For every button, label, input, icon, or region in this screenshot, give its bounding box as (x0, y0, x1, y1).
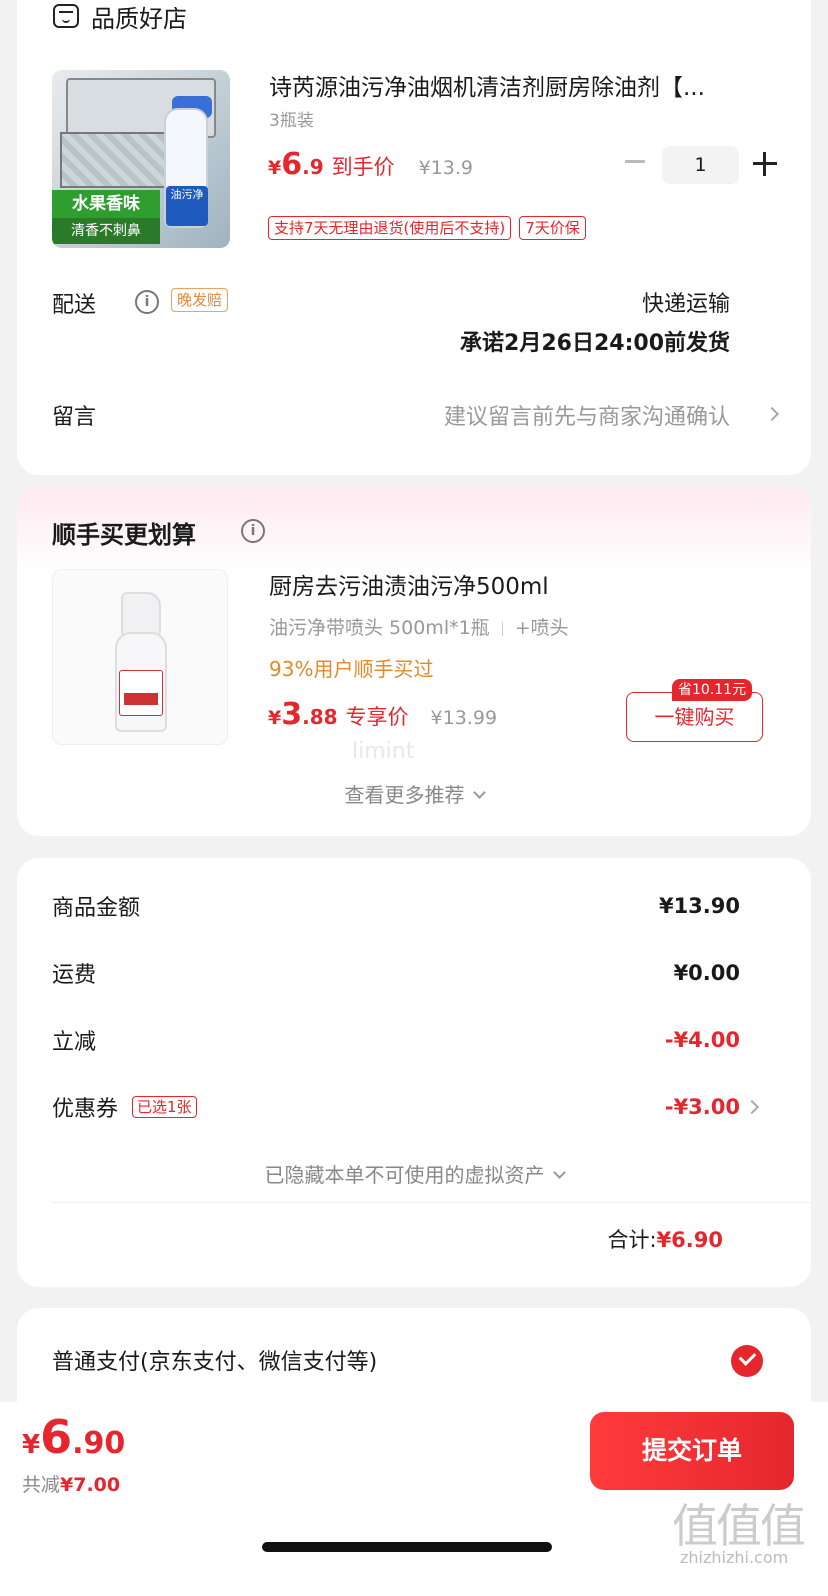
see-more-label: 查看更多推荐 (344, 783, 465, 807)
total-label: 合计: (607, 1228, 657, 1252)
spec-extra: +喷头 (514, 617, 569, 639)
check-circle-icon[interactable] (731, 1345, 763, 1377)
total-value: ¥6.90 (656, 1228, 723, 1252)
saved-value: ¥7.00 (60, 1474, 121, 1496)
quantity-increment-button[interactable] (753, 152, 777, 176)
shipping-promise: 承诺2月26日24:00前发货 (460, 331, 730, 356)
summary-row-goods: 商品金额 ¥13.90 (52, 889, 740, 923)
product-spec[interactable]: 3瓶装 (269, 106, 314, 131)
product-card: 品质好店 油污净 水果香味 清香不刺鼻 诗芮源油污净油烟机清洁剂厨房除油剂【..… (17, 0, 811, 475)
recommend-product-image[interactable] (52, 569, 228, 745)
price-int: 3 (281, 697, 303, 732)
chevron-right-icon (764, 406, 780, 422)
checkout-bar: ¥ 6 .90 共减¥7.00 提交订单 值值值 zhizhizhi.com (0, 1402, 828, 1596)
spray-head-graphic (121, 592, 161, 636)
original-price: ¥13.9 (418, 157, 474, 179)
row-label: 优惠券 (52, 1097, 119, 1122)
recommend-price: ¥ 3 .88 专享价 ¥13.99 (268, 697, 497, 732)
late-compensation-tag: 晚发赔 (171, 288, 229, 312)
recommendation-card: 顺手买更划算 i 厨房去污油渍油污净500ml 油污净带喷头 500ml*1瓶 +… (17, 487, 811, 836)
chevron-down-icon (472, 786, 486, 799)
saved-label: 共减 (22, 1474, 61, 1496)
row-value: ¥0.00 (673, 961, 740, 985)
price-label: 到手价 (331, 155, 395, 179)
price-dec: .90 (72, 1426, 126, 1461)
shop-row[interactable]: 品质好店 (53, 0, 187, 33)
divider (52, 1202, 811, 1203)
product-title[interactable]: 诗芮源油污净油烟机清洁剂厨房除油剂【... (269, 68, 769, 102)
price-currency: ¥ (268, 157, 282, 179)
chevron-right-icon (744, 1099, 760, 1115)
price-int: 6 (281, 147, 303, 182)
tagline-tag: 清香不刺鼻 (52, 218, 160, 244)
image-watermark: limint (352, 739, 415, 764)
watermark-glyphs: 值值值 (672, 1499, 806, 1553)
watermark-domain: zhizhizhi.com (680, 1548, 789, 1567)
recommend-product-name[interactable]: 厨房去污油渍油污净500ml (269, 567, 549, 601)
total-saved[interactable]: 共减¥7.00 (22, 1470, 120, 1497)
price-dec: .9 (302, 155, 324, 179)
row-label: 立减 (52, 1030, 97, 1055)
quantity-decrement-button[interactable] (625, 160, 645, 163)
see-more-button[interactable]: 查看更多推荐 (17, 779, 811, 808)
shop-name: 品质好店 (91, 4, 187, 33)
price-label: 专享价 (345, 705, 409, 729)
row-value: -¥4.00 (664, 1028, 740, 1052)
price-currency: ¥ (22, 1430, 41, 1460)
save-badge: 省10.11元 (672, 679, 753, 701)
product-price: ¥ 6 .9 到手价 ¥13.9 (268, 147, 473, 182)
chevron-down-icon (552, 1166, 566, 1179)
bottle-label: 油污净 (166, 186, 208, 226)
shop-icon (53, 4, 79, 28)
return-policy-tag: 支持7天无理由退货(使用后不支持) (268, 216, 512, 240)
price-int: 6 (40, 1410, 73, 1464)
buy-together-rate: 93%用户顺手买过 (269, 657, 434, 681)
payment-method-label[interactable]: 普通支付(京东支付、微信支付等) (52, 1344, 377, 1376)
delivery-label: 配送 (52, 293, 97, 318)
order-confirm-page: 品质好店 油污净 水果香味 清香不刺鼻 诗芮源油污净油烟机清洁剂厨房除油剂【..… (0, 0, 828, 1596)
price-summary-card: 商品金额 ¥13.90 运费 ¥0.00 立减 -¥4.00 优惠券 已选1张 … (17, 858, 811, 1287)
summary-row-discount: 立减 -¥4.00 (52, 1023, 740, 1057)
summary-row-coupon[interactable]: 优惠券 已选1张 -¥3.00 (52, 1090, 740, 1124)
hidden-assets-label: 已隐藏本单不可使用的虚拟资产 (264, 1163, 545, 1187)
row-value: -¥3.00 (664, 1095, 740, 1119)
spec-divider (501, 621, 503, 636)
price-currency: ¥ (268, 707, 282, 729)
info-icon[interactable]: i (241, 519, 265, 543)
row-label-wrap: 优惠券 已选1张 (52, 1091, 197, 1123)
row-label: 商品金额 (52, 896, 141, 921)
payable-price: ¥ 6 .90 (22, 1410, 125, 1464)
row-value: ¥13.90 (658, 894, 740, 918)
price-protect-tag: 7天价保 (519, 216, 586, 240)
order-total: 合计:¥6.90 (607, 1224, 723, 1254)
spec-text: 油污净带喷头 500ml*1瓶 (269, 617, 490, 639)
recommendation-title: 顺手买更划算 (52, 521, 196, 549)
bottle-label-graphic (119, 670, 163, 716)
message-input[interactable]: 建议留言前先与商家沟通确认 (444, 399, 730, 431)
shipping-method: 快递运输 (641, 292, 730, 317)
filter-graphic (60, 132, 180, 188)
row-label: 运费 (52, 963, 97, 988)
info-icon[interactable]: i (135, 290, 159, 314)
summary-row-shipping: 运费 ¥0.00 (52, 956, 740, 990)
home-indicator[interactable] (262, 1542, 552, 1552)
coupon-selected-tag: 已选1张 (132, 1096, 197, 1118)
recommend-product-spec[interactable]: 油污净带喷头 500ml*1瓶 +喷头 (269, 613, 569, 640)
price-dec: .88 (302, 705, 338, 729)
service-tags: 支持7天无理由退货(使用后不支持) 7天价保 (268, 216, 586, 240)
site-watermark: 值值值 zhizhizhi.com (672, 1490, 812, 1570)
quantity-input[interactable]: 1 (662, 146, 739, 184)
scent-tag: 水果香味 (52, 190, 160, 218)
message-label: 留言 (52, 405, 97, 430)
original-price: ¥13.99 (430, 707, 498, 729)
product-image[interactable]: 油污净 水果香味 清香不刺鼻 (52, 70, 230, 248)
submit-order-button[interactable]: 提交订单 (590, 1412, 794, 1490)
hidden-assets-toggle[interactable]: 已隐藏本单不可使用的虚拟资产 (17, 1159, 811, 1188)
